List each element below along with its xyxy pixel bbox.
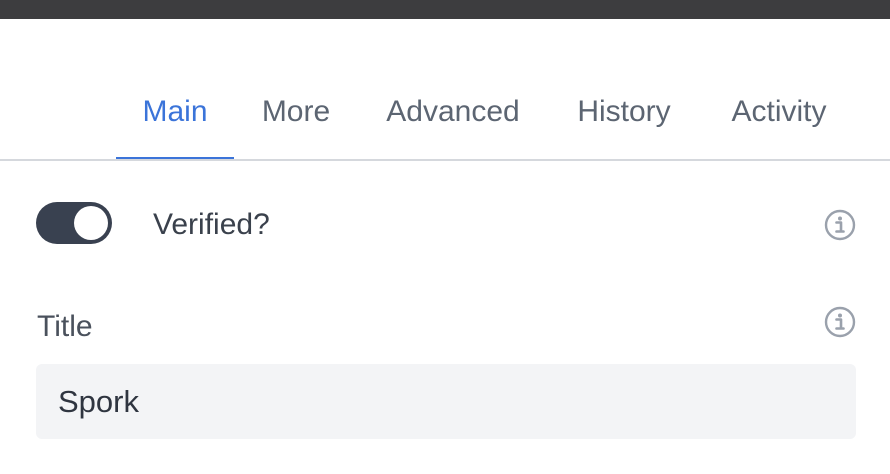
- tab-activity[interactable]: Activity: [712, 78, 846, 160]
- tab-more[interactable]: More: [246, 78, 346, 160]
- window-top-bar: [0, 0, 890, 19]
- info-icon[interactable]: [824, 306, 856, 338]
- tab-bar-divider: [0, 159, 890, 161]
- title-input[interactable]: [36, 364, 856, 439]
- tab-advanced[interactable]: Advanced: [368, 78, 538, 160]
- title-label: Title: [37, 310, 93, 343]
- verified-toggle[interactable]: [36, 202, 112, 244]
- tab-bar: Main More Advanced History Activity: [0, 78, 890, 161]
- toggle-knob: [74, 206, 108, 240]
- verified-label: Verified?: [153, 208, 270, 241]
- tab-main[interactable]: Main: [116, 78, 234, 161]
- tab-history[interactable]: History: [560, 78, 688, 160]
- info-icon[interactable]: [824, 209, 856, 241]
